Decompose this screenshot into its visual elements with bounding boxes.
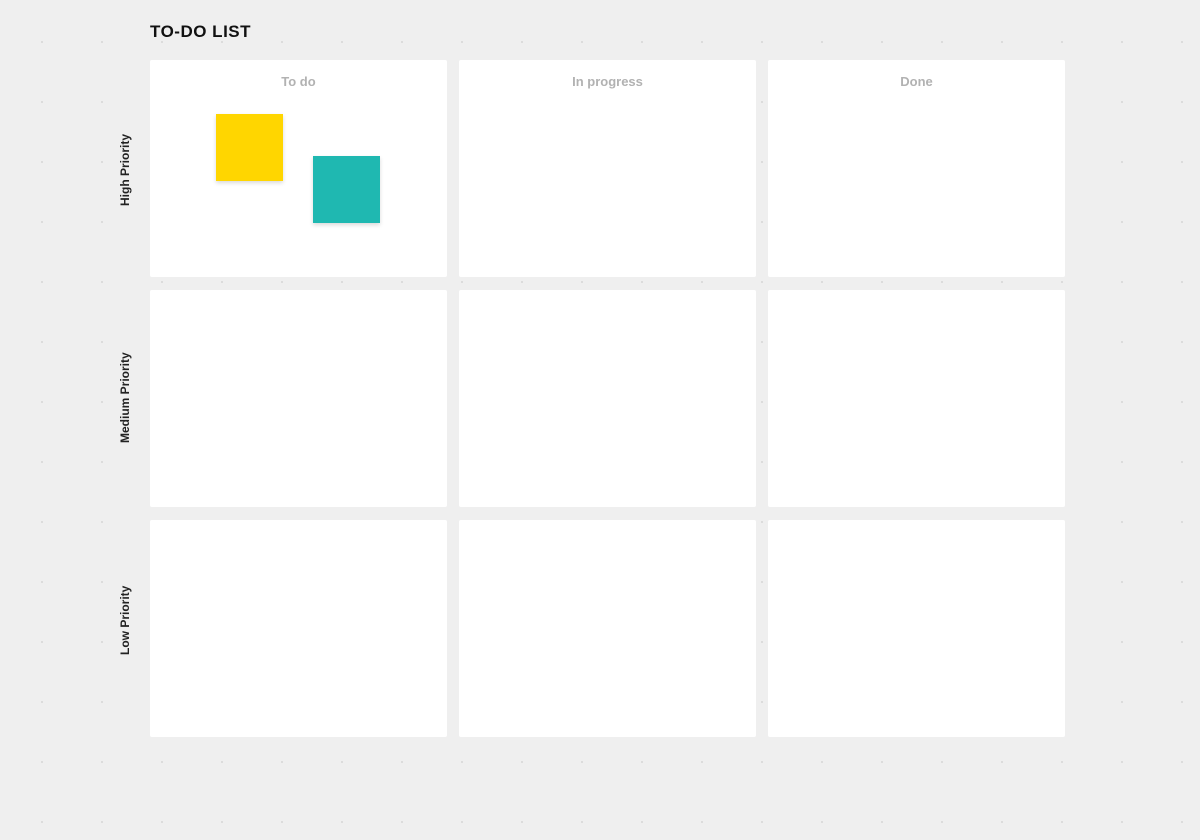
- kanban-board-canvas[interactable]: TO-DO LIST High Priority Medium Priority…: [0, 0, 1200, 840]
- row-label-medium-priority: Medium Priority: [118, 338, 138, 458]
- cell-high-done[interactable]: Done: [768, 60, 1065, 277]
- row-label-low-priority: Low Priority: [118, 570, 138, 670]
- sticky-note-yellow[interactable]: [216, 114, 283, 181]
- column-header-todo: To do: [150, 74, 447, 89]
- cell-low-done[interactable]: [768, 520, 1065, 737]
- cell-medium-inprogress[interactable]: [459, 290, 756, 507]
- sticky-note-teal[interactable]: [313, 156, 380, 223]
- cell-medium-todo[interactable]: [150, 290, 447, 507]
- cell-high-todo[interactable]: To do: [150, 60, 447, 277]
- column-header-inprogress: In progress: [459, 74, 756, 89]
- cell-high-inprogress[interactable]: In progress: [459, 60, 756, 277]
- cell-low-inprogress[interactable]: [459, 520, 756, 737]
- board-title: TO-DO LIST: [150, 22, 251, 42]
- cell-low-todo[interactable]: [150, 520, 447, 737]
- cell-medium-done[interactable]: [768, 290, 1065, 507]
- row-label-high-priority: High Priority: [118, 120, 138, 220]
- column-header-done: Done: [768, 74, 1065, 89]
